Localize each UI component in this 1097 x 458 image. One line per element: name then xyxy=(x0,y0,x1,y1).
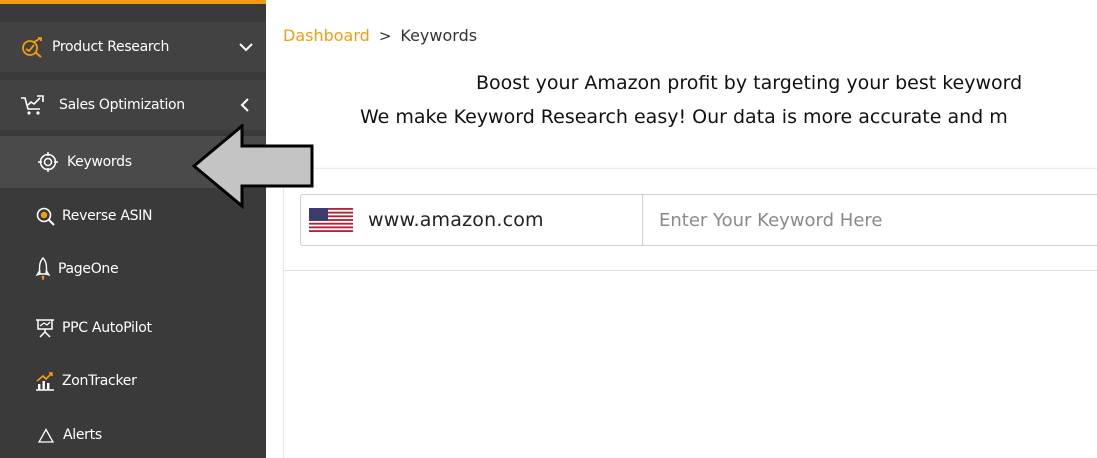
panel-divider xyxy=(283,270,1097,271)
rocket-icon xyxy=(34,257,52,281)
chevron-left-icon[interactable] xyxy=(240,97,250,113)
growth-chart-icon xyxy=(35,371,55,391)
sidebar-item-label: ZonTracker xyxy=(62,373,137,389)
warning-icon xyxy=(37,427,55,443)
keyword-search-input[interactable] xyxy=(642,194,1097,246)
search-dollar-icon xyxy=(35,207,55,226)
cart-icon xyxy=(20,94,46,116)
sidebar-item-sales-optimization[interactable]: Sales Optimization xyxy=(0,80,266,130)
pointer-arrow-icon xyxy=(192,124,314,210)
breadcrumb-dashboard-link[interactable]: Dashboard xyxy=(283,26,370,45)
chart-check-icon xyxy=(20,36,46,58)
target-icon xyxy=(37,152,59,172)
sidebar-item-label: PPC AutoPilot xyxy=(62,320,152,336)
sidebar-item-zontracker[interactable]: ZonTracker xyxy=(0,367,266,395)
sidebar-item-label: Keywords xyxy=(67,154,132,170)
sidebar-item-label: Reverse ASIN xyxy=(62,208,153,224)
sidebar-item-pageone[interactable]: PageOne xyxy=(0,254,266,284)
marketplace-select[interactable]: www.amazon.com xyxy=(300,194,680,246)
sidebar-item-label: Product Research xyxy=(52,39,170,55)
sidebar-item-alerts[interactable]: Alerts xyxy=(0,421,266,449)
sidebar-item-product-research[interactable]: Product Research xyxy=(0,22,266,72)
chevron-down-icon[interactable] xyxy=(238,42,254,52)
sidebar-item-label: PageOne xyxy=(58,261,119,277)
breadcrumb-separator: > xyxy=(378,26,392,45)
breadcrumb: Dashboard > Keywords xyxy=(283,26,477,45)
sidebar-item-label: Alerts xyxy=(63,427,102,443)
sidebar-accent-bar xyxy=(0,0,266,4)
sidebar-item-label: Sales Optimization xyxy=(59,97,185,113)
headline-line-1: Boost your Amazon profit by targeting yo… xyxy=(476,72,1023,94)
sidebar: Product Research Sales Optimization Keyw… xyxy=(0,0,266,458)
breadcrumb-current: Keywords xyxy=(400,26,478,45)
presentation-icon xyxy=(35,318,55,338)
sidebar-item-ppc-autopilot[interactable]: PPC AutoPilot xyxy=(0,314,266,342)
marketplace-value: www.amazon.com xyxy=(368,209,544,231)
headline-line-2: We make Keyword Research easy! Our data … xyxy=(360,106,1008,128)
